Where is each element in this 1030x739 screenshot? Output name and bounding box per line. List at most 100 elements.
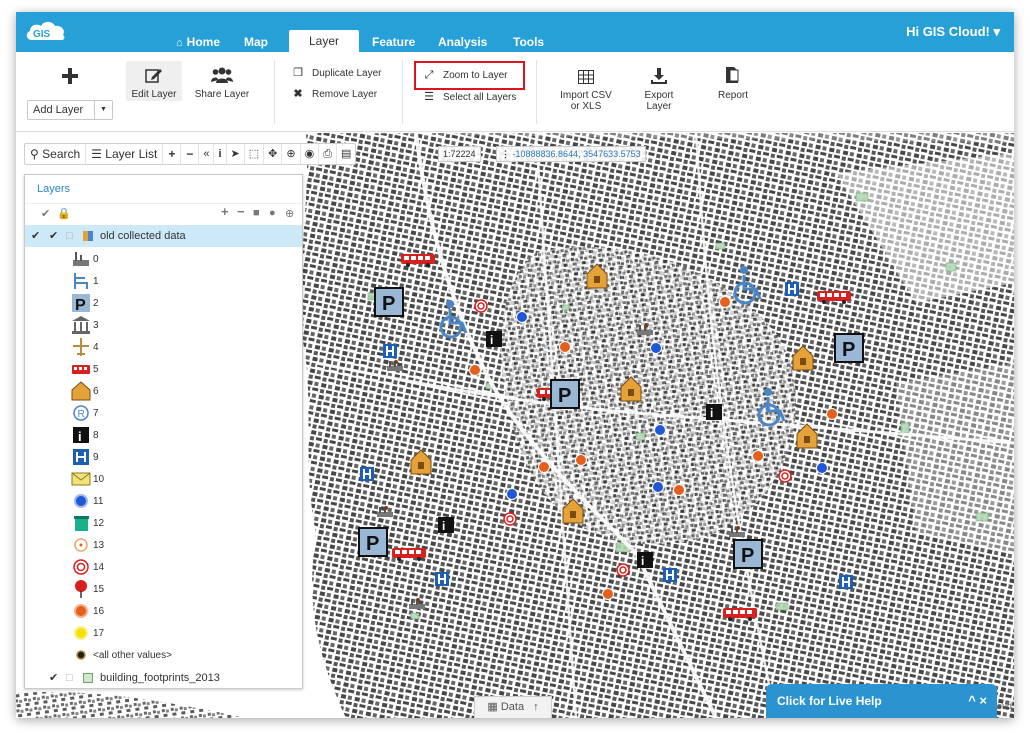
- map-marker-blue-dot[interactable]: [816, 461, 828, 479]
- duplicate-layer-button[interactable]: ❐ Duplicate Layer: [290, 66, 381, 80]
- select-all-layers-button[interactable]: ☰ Select all Layers: [421, 90, 516, 104]
- collapse-toolbar-button[interactable]: «: [199, 144, 215, 164]
- map-marker-orange-dot[interactable]: [469, 363, 481, 381]
- map-marker-parking[interactable]: P: [550, 379, 580, 414]
- map-marker-hospital[interactable]: [838, 574, 854, 595]
- map-marker-blue-dot[interactable]: [516, 310, 528, 328]
- measure-button[interactable]: ▤: [337, 144, 355, 164]
- check-all-icon[interactable]: ✔: [41, 207, 50, 220]
- map-marker-factory[interactable]: [636, 323, 654, 341]
- remove-layer-icon[interactable]: −: [237, 204, 245, 219]
- tab-layer[interactable]: Layer: [289, 30, 360, 52]
- import-csv-button[interactable]: Import CSV or XLS: [556, 70, 616, 112]
- layer-visible-check-icon[interactable]: ✔: [49, 667, 58, 689]
- map-marker-info[interactable]: i: [637, 552, 653, 573]
- tab-feature[interactable]: Feature: [362, 32, 425, 52]
- map-marker-factory[interactable]: [376, 505, 394, 523]
- map-marker-house[interactable]: [792, 345, 814, 376]
- map-marker-info[interactable]: i: [706, 404, 722, 425]
- map-marker-hospital[interactable]: [359, 466, 375, 487]
- zoom-out-button[interactable]: −: [181, 144, 200, 164]
- zoom-to-layer-button[interactable]: ⤢ Zoom to Layer: [421, 68, 508, 82]
- map-marker-house[interactable]: [410, 449, 432, 480]
- print-button[interactable]: ⎙: [319, 144, 338, 164]
- map-marker-orange-dot[interactable]: [752, 449, 764, 467]
- tab-tools[interactable]: Tools: [503, 32, 554, 52]
- lock-icon[interactable]: 🔒: [57, 207, 71, 220]
- user-icon[interactable]: ●: [269, 207, 276, 219]
- map-marker-red-target[interactable]: [616, 563, 630, 582]
- select-pointer-button[interactable]: ➤: [227, 144, 245, 164]
- data-tab[interactable]: ▦ Data ↑: [474, 696, 552, 718]
- zoom-in-button[interactable]: +: [163, 144, 182, 164]
- map-marker-parking[interactable]: P: [374, 287, 404, 322]
- map-marker-house[interactable]: [586, 263, 608, 294]
- map-marker-info[interactable]: i: [486, 331, 502, 352]
- map-marker-hospital[interactable]: [434, 571, 450, 592]
- zoom-box-button[interactable]: ⊕: [282, 144, 301, 164]
- map-marker-red-target[interactable]: [474, 299, 488, 318]
- add-layer-dropdown[interactable]: Add Layer ▼: [27, 100, 113, 120]
- export-layer-button[interactable]: Export Layer: [631, 68, 687, 112]
- map-search-button[interactable]: ⚲ Search: [25, 144, 87, 164]
- layer-visible-check-icon[interactable]: ✔: [49, 225, 58, 247]
- add-layer-icon[interactable]: +: [221, 204, 229, 219]
- user-menu[interactable]: Hi GIS Cloud! ▾: [906, 24, 1000, 40]
- map-marker-house[interactable]: [620, 376, 642, 407]
- map-marker-parking[interactable]: P: [834, 333, 864, 368]
- layer-list-button[interactable]: ☰ Layer List: [86, 144, 164, 164]
- map-marker-parking[interactable]: P: [358, 527, 388, 562]
- live-help-controls[interactable]: ^ ×: [968, 684, 987, 718]
- map-marker-accessibility[interactable]: [436, 299, 474, 344]
- map-marker-orange-dot[interactable]: [719, 295, 731, 313]
- map-marker-house[interactable]: [562, 498, 584, 529]
- map-marker-blue-dot[interactable]: [652, 480, 664, 498]
- feature-info-button[interactable]: i: [214, 144, 227, 164]
- map-marker-bus[interactable]: [391, 547, 427, 566]
- map-marker-factory[interactable]: [408, 597, 426, 615]
- zoom-icon[interactable]: ⊕: [285, 207, 294, 220]
- edit-layer-button[interactable]: Edit Layer: [126, 61, 182, 101]
- collapse-chevron-icon[interactable]: ✔: [31, 225, 40, 247]
- map-marker-blue-dot[interactable]: [650, 341, 662, 359]
- add-layer-button[interactable]: [60, 68, 80, 90]
- map-canvas[interactable]: P P P P P i i i i ⚲ Search ☰ Layer List …: [16, 133, 1014, 718]
- map-marker-red-target[interactable]: [778, 469, 792, 488]
- map-marker-orange-dot[interactable]: [559, 340, 571, 358]
- map-marker-bus[interactable]: [400, 253, 436, 272]
- map-marker-house[interactable]: [796, 423, 818, 454]
- map-marker-orange-dot[interactable]: [673, 483, 685, 501]
- gis-cloud-logo[interactable]: GIS: [24, 18, 68, 44]
- pan-button[interactable]: ✥: [264, 144, 283, 164]
- map-marker-info[interactable]: i: [438, 517, 454, 538]
- map-marker-accessibility[interactable]: [754, 387, 792, 432]
- map-marker-factory[interactable]: [386, 359, 404, 377]
- lock-icon[interactable]: □: [66, 225, 73, 247]
- tab-analysis[interactable]: Analysis: [428, 32, 497, 52]
- layer-row-building-footprints[interactable]: ✔ □ building_footprints_2013: [25, 667, 302, 689]
- layer-row-old-collected-data[interactable]: ✔ ✔ □ old collected data: [25, 225, 302, 247]
- map-marker-blue-dot[interactable]: [506, 487, 518, 505]
- report-button[interactable]: Report: [713, 66, 753, 101]
- live-help-widget[interactable]: Click for Live Help ^ ×: [766, 684, 997, 718]
- tab-map[interactable]: Map: [234, 32, 278, 52]
- map-marker-bus[interactable]: [722, 607, 758, 626]
- map-marker-orange-dot[interactable]: [826, 407, 838, 425]
- tab-home[interactable]: ⌂ Home: [166, 32, 230, 52]
- map-marker-parking[interactable]: P: [733, 539, 763, 574]
- lock-icon[interactable]: □: [66, 667, 73, 689]
- map-marker-hospital[interactable]: [784, 281, 800, 302]
- box-select-button[interactable]: ⬚: [245, 144, 265, 164]
- map-marker-orange-dot[interactable]: [538, 460, 550, 478]
- remove-layer-button[interactable]: ✖ Remove Layer: [290, 87, 377, 101]
- map-marker-orange-dot[interactable]: [575, 453, 587, 471]
- map-marker-blue-dot[interactable]: [654, 423, 666, 441]
- map-marker-orange-dot[interactable]: [602, 587, 614, 605]
- map-marker-factory[interactable]: [728, 525, 746, 543]
- map-marker-bus[interactable]: [816, 290, 852, 309]
- map-marker-hospital[interactable]: [662, 567, 678, 588]
- share-layer-button[interactable]: Share Layer: [192, 67, 252, 100]
- full-extent-button[interactable]: ◉: [301, 144, 320, 164]
- map-marker-accessibility[interactable]: [730, 265, 768, 310]
- map-marker-red-target[interactable]: [503, 512, 517, 531]
